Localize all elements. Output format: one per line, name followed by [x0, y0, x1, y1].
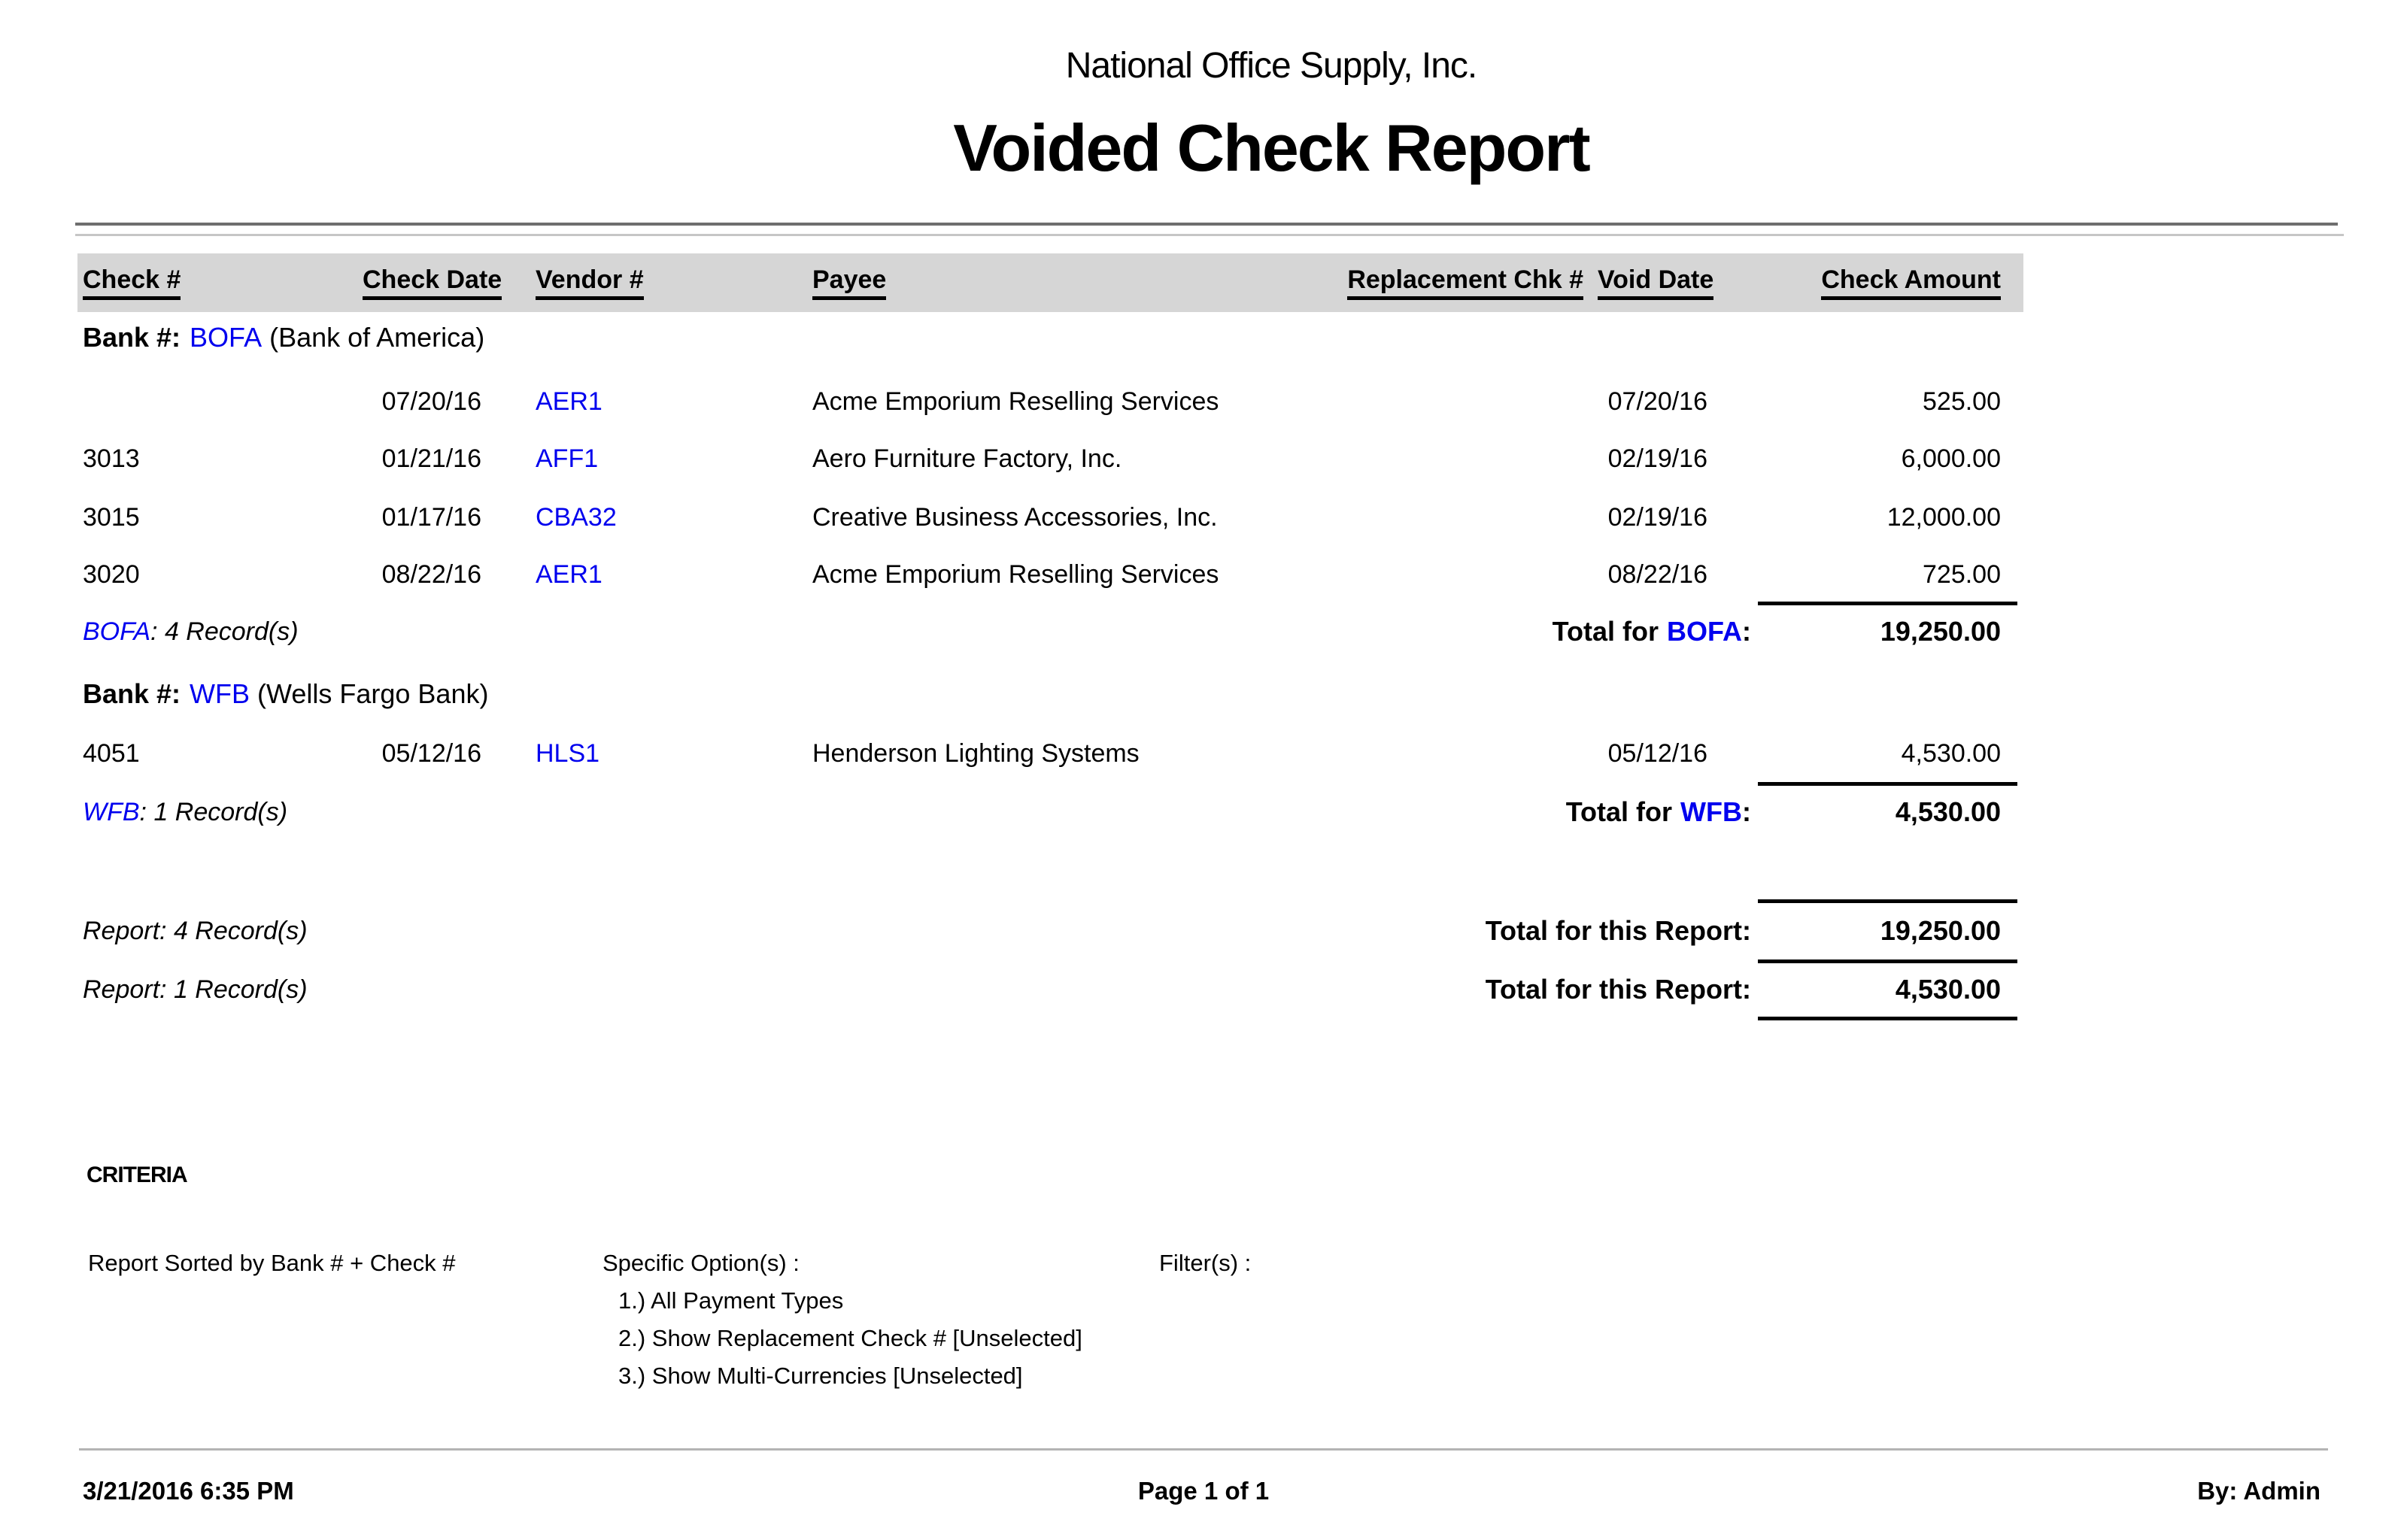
cell-void-date: 05/12/16 — [1482, 737, 1707, 770]
cell-payee: Acme Emporium Reselling Services — [812, 558, 1219, 591]
cell-vendor-link[interactable]: AER1 — [536, 558, 603, 591]
cell-payee: Creative Business Accessories, Inc. — [812, 501, 1218, 534]
cell-void-date: 07/20/16 — [1482, 385, 1707, 418]
top-rule-dark — [75, 223, 2338, 226]
criteria-option: 1.) All Payment Types — [618, 1286, 843, 1316]
cell-vendor-link[interactable]: AER1 — [536, 385, 603, 418]
report-record-count-2: Report: 1 Record(s) — [83, 973, 308, 1006]
bank-code-link[interactable]: WFB — [83, 798, 140, 826]
col-header-vendor-number: Vendor # — [536, 265, 644, 300]
cell-check-amount: 525.00 — [1700, 385, 2001, 418]
report-total-label-2: Total for this Report: — [1279, 973, 1751, 1006]
footer-rule — [79, 1448, 2328, 1451]
record-count-text: : 4 Record(s) — [150, 617, 299, 646]
cell-check-date: 08/22/16 — [363, 558, 481, 591]
top-rule-light — [75, 234, 2344, 236]
footer-generated-by: By: Admin — [2197, 1477, 2320, 1505]
record-count-summary-wfb: WFB: 1 Record(s) — [83, 796, 287, 829]
report-total-label-1: Total for this Report: — [1279, 914, 1751, 947]
cell-payee: Acme Emporium Reselling Services — [812, 385, 1219, 418]
cell-check-date: 07/20/16 — [363, 385, 481, 418]
footer-page-number: Page 1 of 1 — [0, 1477, 2407, 1505]
record-count-summary-bofa: BOFA: 4 Record(s) — [83, 615, 299, 648]
col-header-replacement-chk: Replacement Chk # — [1347, 265, 1583, 300]
criteria-option: 3.) Show Multi-Currencies [Unselected] — [618, 1361, 1023, 1391]
total-for-bofa-amount: 19,250.00 — [1700, 615, 2001, 648]
cell-check-number: 4051 — [83, 737, 140, 770]
bank-number-label: Bank #: — [83, 322, 181, 353]
col-header-check-amount: Check Amount — [1821, 265, 2001, 300]
bank-group-header-bofa: Bank #: BOFA(Bank of America) — [83, 320, 484, 355]
bank-name: (Wells Fargo Bank) — [257, 678, 488, 709]
cell-vendor-link[interactable]: CBA32 — [536, 501, 617, 534]
bank-name: (Bank of America) — [269, 322, 484, 353]
cell-check-number: 3020 — [83, 558, 140, 591]
total-for-wfb-amount: 4,530.00 — [1700, 796, 2001, 829]
report-total-amount-1: 19,250.00 — [1700, 914, 2001, 947]
cell-vendor-link[interactable]: HLS1 — [536, 737, 599, 770]
bank-code-link[interactable]: BOFA — [190, 322, 262, 353]
total-for-wfb-label: Total forWFB: — [1279, 796, 1751, 829]
total-overline — [1758, 899, 2017, 903]
total-overline — [1758, 959, 2017, 963]
bank-code-link[interactable]: WFB — [190, 678, 250, 709]
total-for-bofa-label: Total forBOFA: — [1279, 615, 1751, 648]
bank-code-link[interactable]: BOFA — [83, 617, 150, 646]
criteria-heading: CRITERIA — [87, 1163, 187, 1188]
report-record-count-1: Report: 4 Record(s) — [83, 914, 308, 947]
bank-group-header-wfb: Bank #: WFB(Wells Fargo Bank) — [83, 677, 488, 711]
cell-payee: Aero Furniture Factory, Inc. — [812, 442, 1122, 475]
cell-check-amount: 12,000.00 — [1700, 501, 2001, 534]
company-name: National Office Supply, Inc. — [135, 45, 2407, 86]
total-overline — [1758, 782, 2017, 786]
cell-check-date: 01/21/16 — [363, 442, 481, 475]
cell-check-amount: 4,530.00 — [1700, 737, 2001, 770]
page-title: Voided Check Report — [135, 110, 2407, 186]
cell-vendor-link[interactable]: AFF1 — [536, 442, 598, 475]
record-count-text: : 1 Record(s) — [140, 798, 288, 826]
cell-void-date: 02/19/16 — [1482, 442, 1707, 475]
criteria-option: 2.) Show Replacement Check # [Unselected… — [618, 1323, 1082, 1354]
cell-check-date: 05/12/16 — [363, 737, 481, 770]
col-header-check-number: Check # — [83, 265, 181, 300]
col-header-check-date: Check Date — [363, 265, 502, 300]
col-header-void-date: Void Date — [1598, 265, 1713, 300]
cell-void-date: 02/19/16 — [1482, 501, 1707, 534]
cell-check-amount: 725.00 — [1700, 558, 2001, 591]
grand-total-underline — [1758, 1017, 2017, 1020]
bank-number-label: Bank #: — [83, 678, 181, 709]
cell-payee: Henderson Lighting Systems — [812, 737, 1140, 770]
total-prefix: Total for — [1553, 616, 1659, 647]
criteria-sorted-by: Report Sorted by Bank # + Check # — [88, 1248, 456, 1278]
cell-check-number: 3013 — [83, 442, 140, 475]
cell-check-number: 3015 — [83, 501, 140, 534]
criteria-filters-label: Filter(s) : — [1159, 1248, 1251, 1278]
cell-void-date: 08/22/16 — [1482, 558, 1707, 591]
criteria-options-label: Specific Option(s) : — [603, 1248, 800, 1278]
total-overline — [1758, 602, 2017, 605]
col-header-payee: Payee — [812, 265, 886, 300]
total-prefix: Total for — [1566, 796, 1672, 827]
report-page: National Office Supply, Inc. Voided Chec… — [0, 0, 2407, 1540]
cell-check-date: 01/17/16 — [363, 501, 481, 534]
cell-check-amount: 6,000.00 — [1700, 442, 2001, 475]
report-total-amount-2: 4,530.00 — [1700, 973, 2001, 1006]
